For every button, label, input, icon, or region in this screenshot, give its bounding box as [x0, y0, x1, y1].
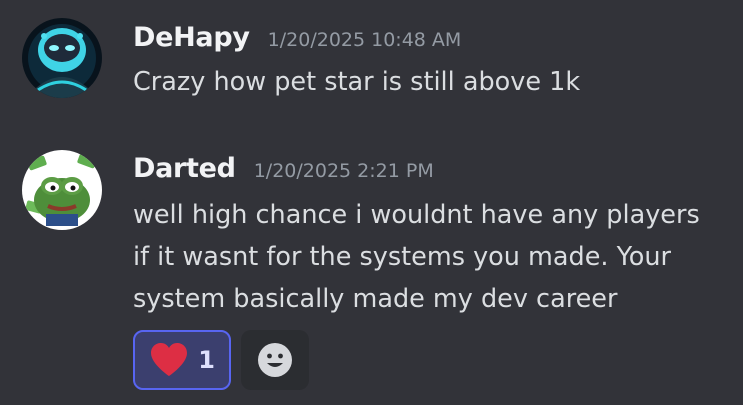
timestamp: 1/20/2025 10:48 AM — [267, 29, 462, 51]
message-content: Crazy how pet star is still above 1k — [133, 61, 733, 103]
message-content: well high chance i wouldnt have any play… — [133, 194, 733, 320]
message-line: Crazy how pet star is still above 1k — [133, 67, 581, 97]
message-dehapy: DeHapy 1/20/2025 10:48 AM Crazy how pet … — [0, 0, 743, 120]
reactions-bar: 1 — [133, 330, 309, 390]
smiley-add-reaction-icon — [258, 343, 292, 377]
add-reaction-button[interactable] — [241, 330, 309, 390]
message-line: well high chance i wouldnt have any play… — [133, 200, 700, 230]
timestamp: 1/20/2025 2:21 PM — [253, 160, 434, 182]
message-line: if it wasnt for the systems you made. Yo… — [133, 242, 672, 272]
red-heart-icon — [151, 343, 187, 376]
username[interactable]: DeHapy — [133, 22, 250, 53]
reaction-count: 1 — [198, 346, 215, 374]
pepe-frog-money-avatar-icon — [22, 150, 102, 230]
masked-character-avatar-icon — [22, 18, 102, 98]
chat-log: DeHapy 1/20/2025 10:48 AM Crazy how pet … — [0, 0, 743, 405]
username[interactable]: Darted — [133, 153, 236, 184]
message-header: DeHapy 1/20/2025 10:48 AM — [133, 22, 461, 53]
message-darted: Darted 1/20/2025 2:21 PM well high chanc… — [0, 120, 743, 405]
masked-character-avatar[interactable] — [22, 18, 102, 98]
message-line: system basically made my dev career — [133, 284, 618, 314]
reaction-heart[interactable]: 1 — [133, 330, 231, 390]
pepe-frog-money-avatar[interactable] — [22, 150, 102, 230]
message-header: Darted 1/20/2025 2:21 PM — [133, 153, 434, 184]
